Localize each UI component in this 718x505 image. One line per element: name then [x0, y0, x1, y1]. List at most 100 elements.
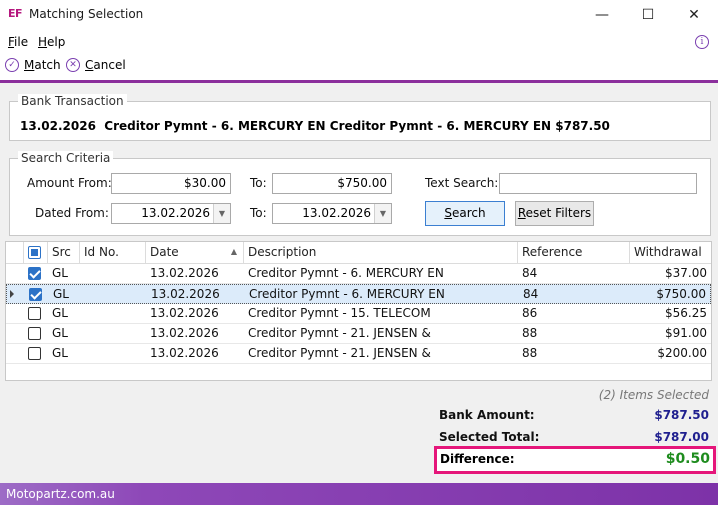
x-circle-icon: ✕: [66, 58, 80, 72]
cell-src: GL: [52, 346, 68, 360]
text-search-input[interactable]: [499, 173, 697, 194]
cell-src: GL: [52, 326, 68, 340]
row-checkbox[interactable]: [28, 347, 41, 360]
column-header-date[interactable]: Date ▲: [146, 242, 244, 264]
cell-withdrawal: $200.00: [657, 346, 707, 360]
menu-file-label: ile: [14, 35, 29, 49]
cell-src: GL: [52, 266, 68, 280]
dated-to-picker[interactable]: 13.02.2026 ▼: [272, 203, 392, 224]
amount-from-input[interactable]: $30.00: [111, 173, 231, 194]
column-header-reference[interactable]: Reference: [518, 242, 630, 264]
maximize-icon: ☐: [641, 7, 655, 23]
close-button[interactable]: ✕: [671, 0, 717, 30]
cell-withdrawal: $56.25: [665, 306, 707, 320]
menu-help-label: elp: [47, 35, 66, 49]
transactions-grid: Src Id No. Date ▲ Description Reference …: [5, 241, 712, 381]
status-bar: Motopartz.com.au: [0, 483, 718, 505]
bank-transaction-group: Bank Transaction 13.02.2026 Creditor Pym…: [9, 94, 711, 141]
cell-reference: 84: [522, 266, 538, 280]
match-accel: M: [24, 58, 35, 72]
close-icon: ✕: [688, 7, 700, 23]
search-button[interactable]: Search: [425, 201, 505, 226]
chevron-down-icon[interactable]: ▼: [374, 204, 391, 223]
table-row[interactable]: GL 13.02.2026 Creditor Pymnt - 6. MERCURY …: [6, 264, 711, 284]
current-row-indicator-icon: [10, 290, 14, 298]
cell-description: Creditor Pymnt - 21. JENSEN &: [248, 326, 431, 340]
cell-date: 13.02.2026: [150, 346, 219, 360]
dated-from-value: 13.02.2026: [141, 206, 210, 220]
amount-to-label: To:: [250, 176, 267, 190]
selected-total-label: Selected Total:: [439, 430, 540, 444]
minimize-button[interactable]: —: [579, 0, 625, 30]
cell-withdrawal: $750.00: [656, 287, 706, 301]
toolbar: ✓ Match ✕ Cancel: [0, 54, 718, 80]
menu-help[interactable]: Help: [38, 35, 65, 49]
table-row[interactable]: GL 13.02.2026 Creditor Pymnt - 21. JENSEN …: [6, 344, 711, 364]
amount-from-label: Amount From:: [27, 176, 112, 190]
table-row[interactable]: GL 13.02.2026 Creditor Pymnt - 15. TELECOM…: [6, 304, 711, 324]
difference-label: Difference:: [440, 452, 515, 466]
cell-description: Creditor Pymnt - 21. JENSEN &: [248, 346, 431, 360]
bank-transaction-title: Bank Transaction: [18, 94, 127, 108]
row-checkbox[interactable]: [28, 267, 41, 280]
cancel-label: ancel: [93, 58, 126, 72]
info-icon[interactable]: i: [695, 35, 709, 49]
dated-to-value: 13.02.2026: [302, 206, 371, 220]
row-checkbox[interactable]: [29, 288, 42, 301]
column-header-date-label: Date: [150, 245, 179, 259]
bank-transaction-text: 13.02.2026 Creditor Pymnt - 6. MERCURY E…: [20, 119, 610, 133]
match-button[interactable]: ✓ Match: [5, 58, 61, 72]
text-search-label: Text Search:: [425, 176, 499, 190]
cell-reference: 86: [522, 306, 538, 320]
cell-withdrawal: $37.00: [665, 266, 707, 280]
column-header-src[interactable]: Src: [48, 242, 80, 264]
row-checkbox[interactable]: [28, 307, 41, 320]
dated-from-label: Dated From:: [35, 206, 109, 220]
menu-file[interactable]: File: [8, 35, 28, 49]
sort-ascending-icon: ▲: [230, 247, 237, 256]
check-circle-icon: ✓: [5, 58, 19, 72]
column-header-id-no[interactable]: Id No.: [80, 242, 146, 264]
search-accel: S: [444, 206, 452, 220]
minimize-icon: —: [595, 7, 609, 23]
menu-help-accel: H: [38, 35, 48, 49]
window-title: Matching Selection: [29, 7, 144, 21]
row-checkbox[interactable]: [28, 327, 41, 340]
bank-amount-label: Bank Amount:: [439, 408, 535, 422]
table-row[interactable]: GL 13.02.2026 Creditor Pymnt - 21. JENSEN …: [6, 324, 711, 344]
cell-description: Creditor Pymnt - 6. MERCURY EN: [249, 287, 445, 301]
cell-date: 13.02.2026: [150, 306, 219, 320]
maximize-button[interactable]: ☐: [625, 0, 671, 30]
cancel-button[interactable]: ✕ Cancel: [66, 58, 126, 72]
table-row[interactable]: GL 13.02.2026 Creditor Pymnt - 6. MERCURY …: [6, 284, 711, 304]
cell-reference: 88: [522, 326, 538, 340]
dated-from-picker[interactable]: 13.02.2026 ▼: [111, 203, 231, 224]
reset-filters-button[interactable]: Reset Filters: [515, 201, 594, 226]
cell-src: GL: [52, 306, 68, 320]
cell-reference: 84: [523, 287, 539, 301]
items-selected-count: (2) Items Selected: [598, 388, 709, 402]
search-criteria-group: Search Criteria: [9, 151, 711, 236]
title-bar: EF Matching Selection — ☐ ✕: [0, 0, 718, 30]
select-all-checkbox[interactable]: [28, 246, 41, 259]
selected-total-value: $787.00: [654, 430, 709, 444]
cell-withdrawal: $91.00: [665, 326, 707, 340]
app-logo: EF: [8, 7, 23, 20]
select-all-header[interactable]: [24, 242, 48, 264]
search-criteria-title: Search Criteria: [18, 151, 114, 165]
amount-to-input[interactable]: $750.00: [272, 173, 392, 194]
search-label: earch: [452, 206, 486, 220]
cell-description: Creditor Pymnt - 15. TELECOM: [248, 306, 431, 320]
column-header-withdrawal[interactable]: Withdrawal: [630, 242, 711, 264]
reset-label: eset Filters: [525, 206, 592, 220]
bank-amount-value: $787.50: [654, 408, 709, 422]
dated-to-label: To:: [250, 206, 267, 220]
reset-accel: R: [517, 206, 526, 220]
chevron-down-icon[interactable]: ▼: [213, 204, 230, 223]
column-header-description[interactable]: Description: [244, 242, 518, 264]
cell-src: GL: [53, 287, 69, 301]
cell-date: 13.02.2026: [151, 287, 220, 301]
difference-highlight-box: Difference: $0.50: [434, 446, 716, 474]
row-indicator-header: [6, 242, 24, 264]
company-name: Motopartz.com.au: [6, 487, 115, 501]
